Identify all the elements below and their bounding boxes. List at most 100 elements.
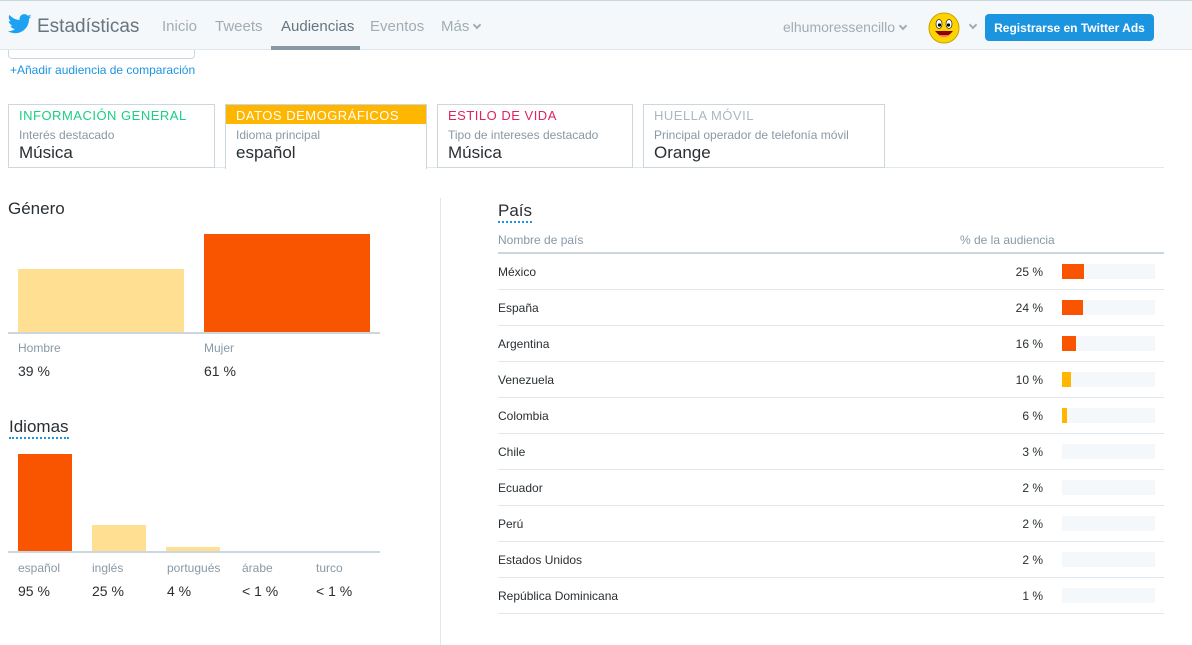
country-name: Colombia xyxy=(498,409,549,423)
lang-label: turco xyxy=(316,561,343,575)
country-row: Chile 3 % xyxy=(498,434,1164,470)
country-bar xyxy=(1062,300,1083,315)
nav-audiencias[interactable]: Audiencias xyxy=(281,18,354,35)
chevron-down-icon xyxy=(473,20,482,30)
active-tab-indicator xyxy=(271,46,360,50)
brand[interactable]: Estadísticas xyxy=(7,13,140,40)
col-header-country: Nombre de país xyxy=(498,233,584,247)
country-bar xyxy=(1062,408,1067,423)
country-name: México xyxy=(498,265,537,279)
tab-value: Música xyxy=(19,143,73,162)
tab-datos-demograficos[interactable]: DATOS DEMOGRÁFICOS Idioma principal espa… xyxy=(225,104,427,169)
nav-eventos[interactable]: Eventos xyxy=(370,18,424,35)
tab-informacion-general[interactable]: INFORMACIÓN GENERAL Interés destacado Mú… xyxy=(8,104,215,168)
column-divider xyxy=(440,198,441,645)
lang-pct: 25 % xyxy=(92,583,124,599)
nav-tweets[interactable]: Tweets xyxy=(215,18,263,35)
lang-pct: 95 % xyxy=(18,583,50,599)
col-header-pct: % de la audiencia xyxy=(960,233,1055,247)
tab-estilo-de-vida[interactable]: ESTILO DE VIDA Tipo de intereses destaca… xyxy=(437,104,633,168)
gender-title: Género xyxy=(8,199,65,218)
country-name: Venezuela xyxy=(498,373,555,387)
country-row: Colombia 6 % xyxy=(498,398,1164,434)
country-name: Ecuador xyxy=(498,481,543,495)
language-bar xyxy=(92,525,146,551)
nav-inicio[interactable]: Inicio xyxy=(162,18,197,35)
nav-mas[interactable]: Más xyxy=(441,18,482,35)
country-bar-track xyxy=(1062,300,1155,315)
country-bar-track xyxy=(1062,516,1155,531)
tab-sub: Tipo de intereses destacado xyxy=(448,128,599,142)
avatar[interactable] xyxy=(927,11,961,45)
tab-value: Orange xyxy=(654,143,711,162)
twitter-bird-icon xyxy=(7,13,32,40)
country-bar-track xyxy=(1062,480,1155,495)
country-row: República Dominicana 1 % xyxy=(498,578,1164,614)
country-pct: 2 % xyxy=(1022,517,1043,531)
tab-head: ESTILO DE VIDA xyxy=(448,108,557,123)
lang-pct: 4 % xyxy=(167,583,192,599)
country-row: España 24 % xyxy=(498,290,1164,326)
tab-head: DATOS DEMOGRÁFICOS xyxy=(226,105,426,124)
country-pct: 25 % xyxy=(1015,265,1043,279)
languages-title[interactable]: Idiomas xyxy=(9,417,69,439)
country-bar-track xyxy=(1062,264,1155,279)
country-bar xyxy=(1062,264,1084,279)
lang-label: portugués xyxy=(167,561,221,575)
gender-bar xyxy=(204,234,370,332)
chevron-down-icon[interactable] xyxy=(968,20,978,30)
gender-baseline xyxy=(8,332,380,334)
country-pct: 1 % xyxy=(1022,589,1043,603)
country-title[interactable]: País xyxy=(498,201,533,223)
lang-label: árabe xyxy=(242,561,273,575)
country-bar xyxy=(1062,372,1071,387)
lang-label: inglés xyxy=(92,561,124,575)
country-pct: 2 % xyxy=(1022,553,1043,567)
brand-title: Estadísticas xyxy=(37,15,140,37)
country-row: Estados Unidos 2 % xyxy=(498,542,1164,578)
country-name: Argentina xyxy=(498,337,550,351)
tab-value: Música xyxy=(448,143,502,162)
country-pct: 3 % xyxy=(1022,445,1043,459)
country-row: Venezuela 10 % xyxy=(498,362,1164,398)
account-menu[interactable]: elhumoressencillo xyxy=(783,19,908,35)
tab-sub: Interés destacado xyxy=(19,128,115,142)
nav-mas-label: Más xyxy=(441,18,470,35)
top-nav: Estadísticas Inicio Tweets Audiencias Ev… xyxy=(0,0,1192,50)
country-pct: 10 % xyxy=(1015,373,1043,387)
country-pct: 6 % xyxy=(1022,409,1043,423)
lang-pct: < 1 % xyxy=(316,583,353,599)
country-bar-track xyxy=(1062,444,1155,459)
country-bar-track xyxy=(1062,588,1155,603)
username: elhumoressencillo xyxy=(783,19,896,35)
country-title-text: País xyxy=(498,201,533,223)
tab-head: INFORMACIÓN GENERAL xyxy=(19,108,187,123)
languages-baseline xyxy=(8,551,380,553)
chevron-down-icon xyxy=(898,21,908,31)
tab-value: español xyxy=(236,143,296,162)
language-bar xyxy=(18,454,72,551)
tab-huella-movil[interactable]: HUELLA MÓVIL Principal operador de telef… xyxy=(643,104,885,168)
twitter-ads-signup-button[interactable]: Registrarse en Twitter Ads xyxy=(985,14,1154,41)
country-pct: 16 % xyxy=(1015,337,1043,351)
audience-selector[interactable] xyxy=(8,50,195,59)
country-name: Chile xyxy=(498,445,526,459)
country-name: España xyxy=(498,301,539,315)
gender-label-hombre: Hombre xyxy=(18,341,61,355)
country-row: México 25 % xyxy=(498,254,1164,290)
gender-bar xyxy=(18,269,184,332)
country-bar-track xyxy=(1062,372,1155,387)
gender-pct-hombre: 39 % xyxy=(18,363,50,379)
tab-head: HUELLA MÓVIL xyxy=(654,108,754,123)
add-comparison-audience-link[interactable]: +Añadir audiencia de comparación xyxy=(10,63,195,77)
country-bar-track xyxy=(1062,408,1155,423)
lang-pct: < 1 % xyxy=(242,583,279,599)
tab-sub: Principal operador de telefonía móvil xyxy=(654,128,849,142)
country-bar xyxy=(1062,336,1076,351)
country-name: Perú xyxy=(498,517,524,531)
country-row: Perú 2 % xyxy=(498,506,1164,542)
country-pct: 2 % xyxy=(1022,481,1043,495)
country-name: Estados Unidos xyxy=(498,553,583,567)
country-pct: 24 % xyxy=(1015,301,1043,315)
country-name: República Dominicana xyxy=(498,589,619,603)
